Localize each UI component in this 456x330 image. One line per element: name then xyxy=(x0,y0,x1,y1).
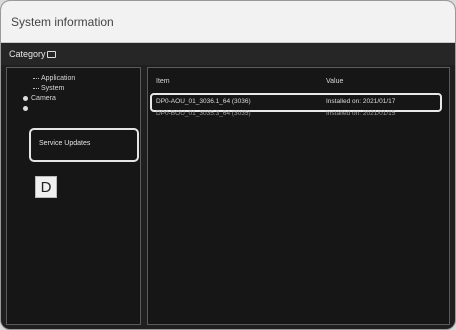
details-table-panel: Item Value DP0-AOU_01_3036.1_64 (3036) I… xyxy=(147,67,450,325)
title-bar: System information xyxy=(1,1,455,43)
tree-item-label: System xyxy=(41,85,65,92)
tree-item-application[interactable]: Application xyxy=(23,74,75,84)
system-information-window: System information Category Application … xyxy=(0,0,456,330)
window-title: System information xyxy=(11,14,114,29)
tree-connector xyxy=(33,87,39,89)
tree-item-label: Application xyxy=(41,75,76,82)
category-label: Category xyxy=(9,49,46,59)
expand-icon[interactable] xyxy=(23,95,28,101)
cell-item: DP0-AOU_01_3036.1_64 (3036) xyxy=(156,98,251,105)
tree-item-system[interactable]: System xyxy=(23,84,75,94)
expand-icon[interactable] xyxy=(23,105,28,111)
tree-item-collapsed[interactable] xyxy=(23,104,75,114)
cell-value: Installed on: 2021/01/15 xyxy=(326,110,396,117)
tree-item-service-updates[interactable]: Service Updates xyxy=(39,140,90,147)
tree-connector xyxy=(33,77,39,79)
callout-marker-d: D xyxy=(35,176,57,198)
category-tree: Application System Camera xyxy=(23,74,75,114)
cell-item: DP0-BOU_01_3035.3_64 (3035) xyxy=(156,110,251,117)
content-area: Application System Camera Service Update… xyxy=(6,67,450,325)
column-header-value[interactable]: Value xyxy=(326,78,343,85)
tree-item-label: Camera xyxy=(31,95,56,102)
cell-value: Installed on: 2021/01/17 xyxy=(326,98,396,105)
category-tree-panel: Application System Camera Service Update… xyxy=(6,67,141,325)
category-toggle-icon[interactable] xyxy=(46,50,56,58)
tree-item-camera[interactable]: Camera xyxy=(23,94,75,104)
table-header: Item Value xyxy=(148,68,449,88)
category-row: Category xyxy=(1,43,455,65)
column-header-item[interactable]: Item xyxy=(156,78,170,85)
